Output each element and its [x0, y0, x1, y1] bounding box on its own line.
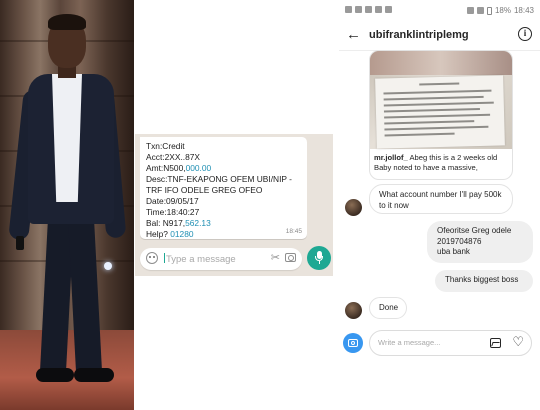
phone-in-hand [16, 236, 24, 250]
amount-link[interactable]: 000.00 [186, 163, 212, 173]
sms-line: Time:18:40:27 [146, 207, 200, 217]
sms-line: Txn:Credit [146, 141, 185, 151]
notification-icon [345, 6, 352, 13]
status-bar: 18% 18:43 [339, 0, 540, 22]
post-image-cloth [370, 51, 512, 75]
document-line [384, 113, 491, 118]
document-line [383, 101, 494, 106]
emoji-icon[interactable] [146, 252, 158, 264]
notification-icon [365, 6, 372, 13]
outgoing-message: Thanks biggest boss [435, 270, 533, 292]
document-line [383, 95, 484, 100]
document-line [384, 120, 475, 124]
composer-input[interactable]: Write a message... [378, 338, 440, 347]
sms-line-balance: Bal: N917,562.13 [146, 218, 211, 228]
battery-icon [486, 6, 492, 15]
right-shoe [74, 368, 114, 382]
sms-line-help: Help? 01280 [146, 229, 194, 239]
wall-light [104, 262, 112, 270]
sms-line: TRF IFO ODELE GREG OFEO [146, 185, 263, 195]
attach-icon[interactable]: ✂ [271, 252, 280, 265]
shared-post-caption: mr.jollof_ Abeg this is a 2 weeks old Ba… [374, 153, 498, 172]
incoming-message: Done [369, 297, 407, 319]
clock: 18:43 [513, 6, 534, 15]
balance-link[interactable]: 562.13 [185, 218, 211, 228]
battery-level: 18% [494, 6, 511, 15]
notification-icon [375, 6, 382, 13]
camera-button[interactable] [343, 333, 363, 353]
message-time: 18:45 [285, 228, 302, 235]
hair [48, 14, 86, 30]
message-input-bar[interactable]: Type a message ✂ [140, 248, 302, 270]
sms-line: Acct:2XX..87X [146, 152, 200, 162]
text-cursor [164, 253, 165, 263]
left-shoe [36, 368, 74, 382]
sms-line: Desc:TNF-EKAPONG OFEM UBI/NIP - [146, 174, 292, 184]
notification-icon [355, 6, 362, 13]
message-input[interactable]: Type a message [164, 253, 236, 265]
person-photo [0, 0, 134, 410]
shared-post-image [370, 51, 512, 149]
microphone-pole [318, 261, 320, 264]
whatsapp-screenshot: Txn:Credit Acct:2XX..87X Amt:N500,000.00… [135, 134, 333, 276]
bank-alert-message: Txn:Credit Acct:2XX..87X Amt:N500,000.00… [140, 137, 307, 239]
back-arrow-icon[interactable]: ← [346, 26, 361, 43]
wifi-icon [466, 7, 474, 14]
info-icon[interactable]: i [518, 27, 532, 41]
avatar[interactable] [345, 302, 362, 319]
sms-line: Date:09/05/17 [146, 196, 199, 206]
post-image-document [375, 75, 505, 149]
outgoing-message: Ofeoritse Greg odele 2019704876 uba bank [427, 221, 533, 263]
document-line [383, 89, 492, 94]
document-line [384, 132, 455, 136]
document-line [419, 82, 460, 86]
incoming-message: What account number I'll pay 500k to it … [369, 184, 513, 214]
signal-icon [476, 7, 484, 14]
microphone-button[interactable] [307, 246, 331, 270]
help-number-link[interactable]: 01280 [170, 229, 193, 239]
sms-line-amount: Amt:N500,000.00 [146, 163, 212, 173]
document-line [384, 125, 489, 130]
status-right: 18% 18:43 [466, 6, 534, 15]
gallery-icon[interactable] [490, 338, 501, 348]
avatar[interactable] [345, 199, 362, 216]
notification-icons [345, 6, 392, 13]
shared-post[interactable]: mr.jollof_ Abeg this is a 2 weeks old Ba… [369, 50, 513, 180]
post-author[interactable]: mr.jollof_ [374, 153, 408, 162]
instagram-screenshot: 18% 18:43 ← ubifranklintriplemg i mr.jol… [339, 0, 540, 365]
document-line [383, 107, 480, 112]
chat-username[interactable]: ubifranklintriplemg [369, 29, 469, 41]
notification-icon [385, 6, 392, 13]
camera-icon[interactable] [285, 253, 296, 262]
chat-header: ← ubifranklintriplemg i [339, 22, 540, 51]
white-shirt [52, 74, 82, 202]
message-composer[interactable]: Write a message... ♡ [369, 330, 532, 356]
heart-icon[interactable]: ♡ [512, 335, 524, 349]
